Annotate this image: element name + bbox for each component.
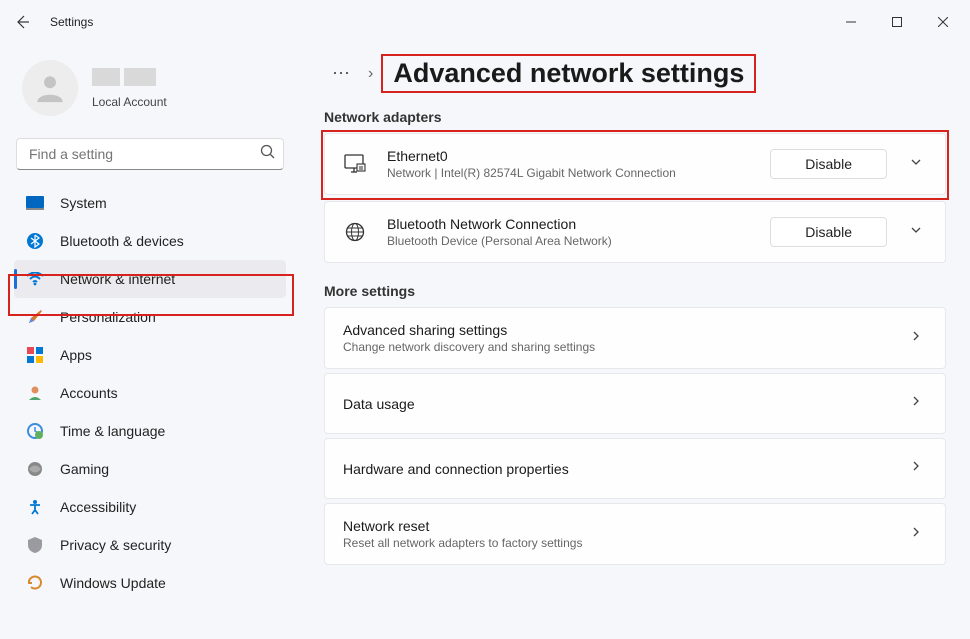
username-redacted: [124, 68, 156, 86]
sidebar-item-label: Accessibility: [60, 499, 136, 515]
annotation-highlight: Advanced network settings: [381, 54, 756, 93]
sidebar-item-label: Bluetooth & devices: [60, 233, 184, 249]
sidebar-item-accounts[interactable]: Accounts: [14, 374, 286, 412]
globe-icon: [343, 222, 367, 242]
disable-button[interactable]: Disable: [770, 217, 887, 247]
breadcrumb-ellipsis[interactable]: ⋯: [324, 59, 360, 88]
sidebar-item-time[interactable]: Time & language: [14, 412, 286, 450]
system-icon: [26, 194, 44, 212]
card-title: Data usage: [343, 396, 905, 412]
person-icon: [33, 71, 67, 105]
brush-icon: [26, 308, 44, 326]
username-redacted: [92, 68, 120, 86]
search-input[interactable]: [16, 138, 284, 170]
sidebar-item-label: Privacy & security: [60, 537, 171, 553]
adapter-name: Bluetooth Network Connection: [387, 216, 770, 232]
minimize-icon: [846, 17, 856, 27]
chevron-right-icon: ›: [368, 65, 373, 83]
card-sub: Reset all network adapters to factory se…: [343, 536, 905, 550]
adapter-card-bluetooth[interactable]: Bluetooth Network Connection Bluetooth D…: [324, 201, 946, 263]
setting-card-reset[interactable]: Network reset Reset all network adapters…: [324, 503, 946, 565]
sidebar-item-network[interactable]: Network & internet: [14, 260, 286, 298]
account-type-label: Local Account: [92, 95, 167, 109]
sidebar-item-label: System: [60, 195, 107, 211]
adapter-card-ethernet[interactable]: Ethernet0 Network | Intel(R) 82574L Giga…: [324, 133, 946, 195]
sidebar-item-privacy[interactable]: Privacy & security: [14, 526, 286, 564]
card-sub: Change network discovery and sharing set…: [343, 340, 905, 354]
sidebar-item-bluetooth[interactable]: Bluetooth & devices: [14, 222, 286, 260]
card-title: Network reset: [343, 518, 905, 534]
sidebar-item-label: Gaming: [60, 461, 109, 477]
chevron-right-icon: [905, 329, 927, 348]
window-controls: [828, 6, 966, 38]
search-icon: [260, 144, 276, 165]
maximize-button[interactable]: [874, 6, 920, 38]
minimize-button[interactable]: [828, 6, 874, 38]
accessibility-icon: [26, 498, 44, 516]
arrow-left-icon: [14, 14, 30, 30]
profile-section[interactable]: Local Account: [14, 54, 286, 130]
close-button[interactable]: [920, 6, 966, 38]
sidebar-item-system[interactable]: System: [14, 184, 286, 222]
sidebar-item-gaming[interactable]: Gaming: [14, 450, 286, 488]
wifi-icon: [26, 270, 44, 288]
accounts-icon: [26, 384, 44, 402]
chevron-down-icon[interactable]: [905, 155, 927, 174]
titlebar: Settings: [0, 0, 970, 44]
adapter-name: Ethernet0: [387, 148, 770, 164]
adapter-detail: Network | Intel(R) 82574L Gigabit Networ…: [387, 166, 770, 180]
chevron-down-icon[interactable]: [905, 223, 927, 242]
avatar: [22, 60, 78, 116]
update-icon: [26, 574, 44, 592]
nav-list: System Bluetooth & devices Network & int…: [14, 184, 286, 602]
sidebar-item-personalization[interactable]: Personalization: [14, 298, 286, 336]
search-box: [16, 138, 284, 170]
setting-card-hardware[interactable]: Hardware and connection properties: [324, 438, 946, 499]
sidebar-item-label: Accounts: [60, 385, 118, 401]
chevron-right-icon: [905, 459, 927, 478]
sidebar-item-label: Time & language: [60, 423, 165, 439]
sidebar: Local Account System Bluetooth & devices…: [0, 44, 300, 639]
adapter-detail: Bluetooth Device (Personal Area Network): [387, 234, 770, 248]
window-title: Settings: [50, 15, 93, 29]
monitor-icon: [343, 154, 367, 174]
sidebar-item-label: Network & internet: [60, 271, 175, 287]
content-area: ⋯ › Advanced network settings Network ad…: [300, 44, 970, 639]
section-label-more: More settings: [324, 283, 946, 299]
sidebar-item-label: Apps: [60, 347, 92, 363]
sidebar-item-label: Personalization: [60, 309, 156, 325]
shield-icon: [26, 536, 44, 554]
card-title: Advanced sharing settings: [343, 322, 905, 338]
maximize-icon: [892, 17, 902, 27]
apps-icon: [26, 346, 44, 364]
gaming-icon: [26, 460, 44, 478]
breadcrumb: ⋯ › Advanced network settings: [324, 54, 946, 93]
sidebar-item-accessibility[interactable]: Accessibility: [14, 488, 286, 526]
section-label-adapters: Network adapters: [324, 109, 946, 125]
sidebar-item-update[interactable]: Windows Update: [14, 564, 286, 602]
bluetooth-icon: [26, 232, 44, 250]
setting-card-datausage[interactable]: Data usage: [324, 373, 946, 434]
chevron-right-icon: [905, 525, 927, 544]
profile-info: Local Account: [92, 68, 167, 109]
disable-button[interactable]: Disable: [770, 149, 887, 179]
sidebar-item-label: Windows Update: [60, 575, 166, 591]
clock-icon: [26, 422, 44, 440]
chevron-right-icon: [905, 394, 927, 413]
card-title: Hardware and connection properties: [343, 461, 905, 477]
setting-card-sharing[interactable]: Advanced sharing settings Change network…: [324, 307, 946, 369]
sidebar-item-apps[interactable]: Apps: [14, 336, 286, 374]
close-icon: [938, 17, 948, 27]
page-title: Advanced network settings: [389, 58, 748, 89]
back-button[interactable]: [4, 4, 40, 40]
